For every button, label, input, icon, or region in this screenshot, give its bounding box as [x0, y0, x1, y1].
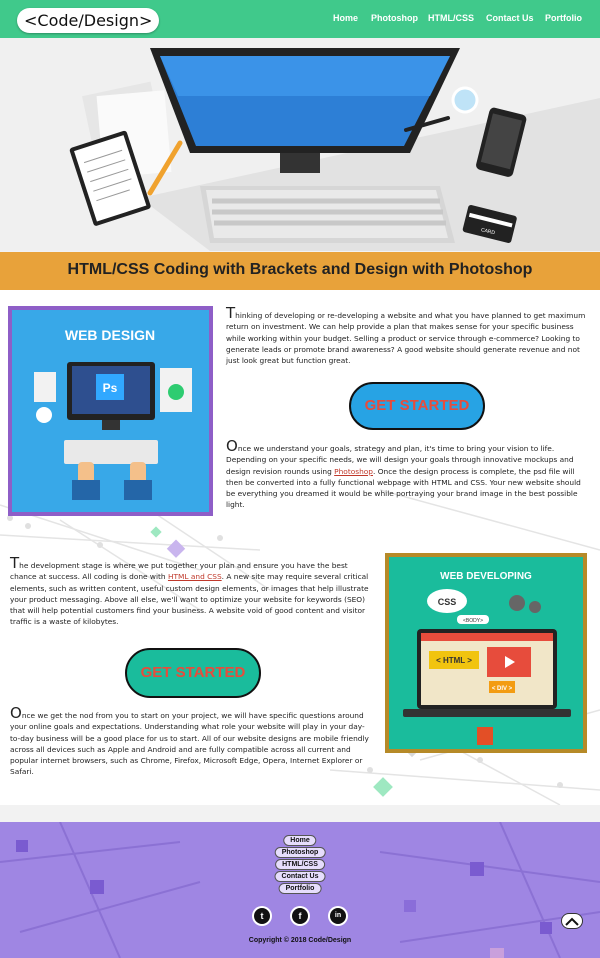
twitter-icon[interactable]: t [252, 906, 272, 926]
html-css-link[interactable]: HTML and CSS [168, 572, 222, 581]
photoshop-link[interactable]: Photoshop [334, 467, 373, 476]
footer-link-photoshop[interactable]: Photoshop [274, 847, 326, 858]
svg-text:< HTML >: < HTML > [436, 656, 472, 665]
keyboard-illustration [200, 186, 455, 243]
drop-cap: O [10, 704, 22, 722]
page-title: HTML/CSS Coding with Brackets and Design… [67, 261, 533, 278]
nav-link-contact-us[interactable]: Contact Us [486, 13, 534, 23]
top-navigation-bar: <Code/Design> Home Photoshop HTML/CSS Co… [0, 0, 600, 38]
web-developing-image: WEB DEVELOPING CSS <BODY> < HTML > < DIV… [385, 553, 587, 753]
nav-link-home[interactable]: Home [333, 13, 358, 23]
project-paragraph: Once we get the nod from you to start on… [10, 706, 370, 778]
get-started-button[interactable]: GET STARTED [349, 382, 485, 430]
drop-cap: T [226, 304, 236, 322]
web-developing-illustration: WEB DEVELOPING CSS <BODY> < HTML > < DIV… [389, 557, 583, 749]
footer-link-contact-us[interactable]: Contact Us [274, 871, 326, 882]
main-content: WEB DESIGN Ps Thinking of developing or … [0, 290, 600, 805]
intro-paragraph: Thinking of developing or re-developing … [226, 306, 591, 366]
paragraph-text: hinking of developing or re-developing a… [226, 311, 586, 366]
site-logo[interactable]: <Code/Design> [17, 8, 160, 33]
copyright-text: Copyright © 2018 Code/Design [248, 937, 352, 944]
facebook-glyph: f [292, 908, 308, 924]
development-paragraph: The development stage is where we put to… [10, 556, 370, 628]
drop-cap: O [226, 437, 238, 455]
linkedin-icon[interactable]: in [328, 906, 348, 926]
paragraph-text: nce we get the nod from you to start on … [10, 711, 369, 777]
nav-link-html-css[interactable]: HTML/CSS [428, 13, 474, 23]
svg-text:<BODY>: <BODY> [463, 618, 483, 624]
svg-text:< DIV >: < DIV > [492, 686, 513, 692]
magnifier-illustration [451, 86, 479, 114]
footer-link-home[interactable]: Home [283, 835, 317, 846]
svg-text:WEB DESIGN: WEB DESIGN [65, 327, 155, 343]
svg-text:CSS: CSS [438, 597, 457, 607]
hero-image: CARD [0, 38, 600, 251]
facebook-icon[interactable]: f [290, 906, 310, 926]
nav-link-photoshop[interactable]: Photoshop [371, 13, 418, 23]
nav-link-portfolio[interactable]: Portfolio [545, 13, 582, 23]
footer-link-html-css[interactable]: HTML/CSS [275, 859, 325, 870]
get-started-button[interactable]: GET STARTED [125, 648, 261, 698]
svg-text:WEB DEVELOPING: WEB DEVELOPING [440, 571, 532, 582]
twitter-glyph: t [254, 908, 270, 924]
svg-text:Ps: Ps [103, 381, 118, 395]
title-banner: HTML/CSS Coding with Brackets and Design… [0, 252, 600, 290]
workspace-illustration: CARD [69, 48, 600, 251]
chevron-up-icon [565, 917, 579, 926]
web-design-illustration: WEB DESIGN Ps [12, 310, 209, 512]
design-paragraph: Once we understand your goals, strategy … [226, 439, 591, 511]
linkedin-glyph: in [330, 908, 346, 924]
drop-cap: T [10, 554, 20, 572]
back-to-top-button[interactable] [561, 913, 583, 929]
footer-link-portfolio[interactable]: Portfolio [278, 883, 322, 894]
page: <Code/Design> Home Photoshop HTML/CSS Co… [0, 0, 600, 958]
web-design-image: WEB DESIGN Ps [8, 306, 213, 516]
